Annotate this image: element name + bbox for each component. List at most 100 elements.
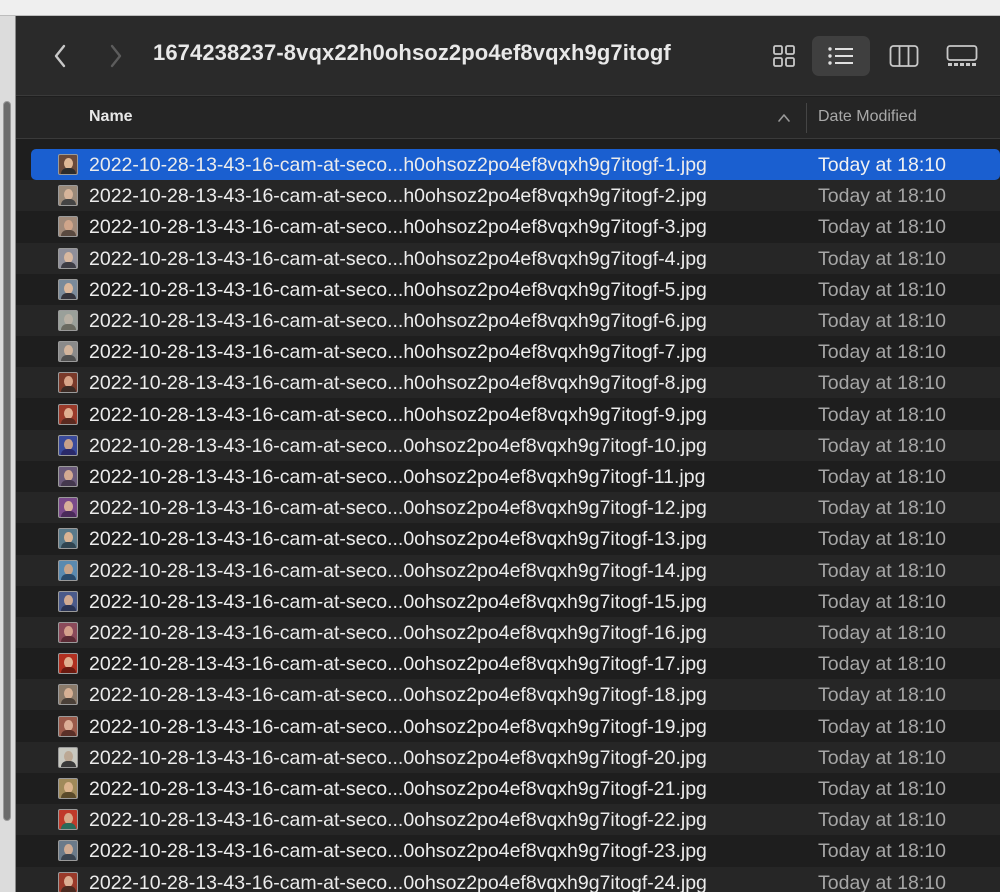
image-thumbnail-icon bbox=[58, 278, 78, 300]
file-date-modified: Today at 18:10 bbox=[818, 622, 946, 644]
file-row[interactable]: 2022-10-28-13-43-16-cam-at-seco...0ohsoz… bbox=[16, 492, 1000, 524]
file-row[interactable]: 2022-10-28-13-43-16-cam-at-seco...h0ohso… bbox=[16, 367, 1000, 399]
file-date-modified: Today at 18:10 bbox=[818, 871, 946, 892]
file-date-modified: Today at 18:10 bbox=[818, 278, 946, 301]
file-date-modified: Today at 18:10 bbox=[818, 809, 946, 832]
column-divider[interactable] bbox=[806, 103, 807, 133]
list-icon bbox=[828, 47, 853, 65]
file-name[interactable]: 2022-10-28-13-43-16-cam-at-seco...0ohsoz… bbox=[89, 872, 707, 892]
file-row[interactable]: 2022-10-28-13-43-16-cam-at-seco...h0ohso… bbox=[16, 211, 1000, 242]
file-row[interactable]: 2022-10-28-13-43-16-cam-at-seco...0ohsoz… bbox=[16, 866, 1000, 892]
image-thumbnail-icon bbox=[58, 372, 78, 394]
file-name[interactable]: 2022-10-28-13-43-16-cam-at-seco...0ohsoz… bbox=[89, 778, 707, 801]
thumbnail-body bbox=[61, 885, 76, 892]
file-row[interactable]: 2022-10-28-13-43-16-cam-at-seco...0ohsoz… bbox=[16, 773, 1000, 804]
image-thumbnail-icon bbox=[58, 466, 78, 487]
thumbnail-body bbox=[61, 511, 76, 518]
thumbnail-body bbox=[61, 355, 76, 362]
file-row[interactable]: 2022-10-28-13-43-16-cam-at-seco...0ohsoz… bbox=[16, 835, 1000, 866]
forward-button[interactable] bbox=[98, 38, 134, 74]
column-header-date-modified[interactable]: Date Modified bbox=[818, 108, 917, 126]
image-thumbnail-icon bbox=[58, 559, 78, 581]
file-date-modified: Today at 18:10 bbox=[818, 528, 946, 551]
gallery-view-button[interactable] bbox=[940, 36, 984, 76]
file-row[interactable]: 2022-10-28-13-43-16-cam-at-seco...0ohsoz… bbox=[16, 741, 1000, 773]
file-name[interactable]: 2022-10-28-13-43-16-cam-at-seco...0ohsoz… bbox=[89, 747, 707, 770]
file-name[interactable]: 2022-10-28-13-43-16-cam-at-seco...h0ohso… bbox=[89, 341, 707, 364]
toolbar: 1674238237-8vqx22h0ohsoz2po4ef8vqxh9g7it… bbox=[16, 16, 1000, 96]
scrollbar-thumb[interactable] bbox=[3, 101, 11, 821]
file-row[interactable]: 2022-10-28-13-43-16-cam-at-seco...0ohsoz… bbox=[16, 679, 1000, 711]
file-name[interactable]: 2022-10-28-13-43-16-cam-at-seco...0ohsoz… bbox=[89, 528, 707, 551]
thumbnail-face bbox=[64, 251, 73, 263]
background-window-scrollbar[interactable] bbox=[0, 16, 16, 892]
file-row[interactable]: 2022-10-28-13-43-16-cam-at-seco...0ohsoz… bbox=[16, 523, 1000, 554]
image-thumbnail-icon bbox=[58, 216, 78, 238]
list-view-button[interactable] bbox=[812, 36, 870, 76]
file-row[interactable]: 2022-10-28-13-43-16-cam-at-seco...h0ohso… bbox=[16, 180, 1000, 212]
thumbnail-body bbox=[61, 854, 76, 861]
file-date-modified: Today at 18:10 bbox=[818, 403, 946, 426]
file-name[interactable]: 2022-10-28-13-43-16-cam-at-seco...h0ohso… bbox=[89, 185, 707, 208]
file-name[interactable]: 2022-10-28-13-43-16-cam-at-seco...h0ohso… bbox=[89, 372, 707, 395]
file-name[interactable]: 2022-10-28-13-43-16-cam-at-seco...0ohsoz… bbox=[89, 622, 707, 645]
image-thumbnail-icon bbox=[58, 653, 78, 675]
thumbnail-body bbox=[61, 230, 76, 237]
list-header: Name Date Modified bbox=[16, 97, 1000, 139]
thumbnail-body bbox=[61, 792, 76, 798]
file-row[interactable]: 2022-10-28-13-43-16-cam-at-seco...0ohsoz… bbox=[16, 617, 1000, 648]
file-name[interactable]: 2022-10-28-13-43-16-cam-at-seco...h0ohso… bbox=[89, 310, 707, 333]
thumbnail-face bbox=[64, 563, 73, 575]
thumbnail-face bbox=[64, 875, 73, 887]
file-row[interactable]: 2022-10-28-13-43-16-cam-at-seco...h0ohso… bbox=[16, 305, 1000, 336]
file-date-modified: Today at 18:10 bbox=[818, 840, 946, 863]
file-row[interactable]: 2022-10-28-13-43-16-cam-at-seco...0ohsoz… bbox=[16, 461, 1000, 492]
column-header-name[interactable]: Name bbox=[89, 108, 133, 126]
desktop-top-edge bbox=[0, 0, 1000, 16]
file-row[interactable]: 2022-10-28-13-43-16-cam-at-seco...0ohsoz… bbox=[16, 586, 1000, 617]
back-button[interactable] bbox=[42, 38, 78, 74]
file-name[interactable]: 2022-10-28-13-43-16-cam-at-seco...0ohsoz… bbox=[89, 809, 707, 832]
file-row[interactable]: 2022-10-28-13-43-16-cam-at-seco...h0ohso… bbox=[16, 242, 1000, 274]
file-name[interactable]: 2022-10-28-13-43-16-cam-at-seco...h0ohso… bbox=[89, 154, 707, 177]
file-name[interactable]: 2022-10-28-13-43-16-cam-at-seco...h0ohso… bbox=[89, 216, 707, 239]
file-row[interactable]: 2022-10-28-13-43-16-cam-at-seco...0ohsoz… bbox=[16, 648, 1000, 679]
file-row[interactable]: 2022-10-28-13-43-16-cam-at-seco...0ohsoz… bbox=[16, 711, 1000, 742]
file-row[interactable]: 2022-10-28-13-43-16-cam-at-seco...h0ohso… bbox=[16, 399, 1000, 430]
file-row[interactable]: 2022-10-28-13-43-16-cam-at-seco...0ohsoz… bbox=[16, 554, 1000, 586]
file-date-modified: Today at 18:10 bbox=[818, 372, 946, 395]
file-name[interactable]: 2022-10-28-13-43-16-cam-at-seco...0ohsoz… bbox=[89, 466, 705, 489]
file-name[interactable]: 2022-10-28-13-43-16-cam-at-seco...0ohsoz… bbox=[89, 716, 707, 739]
file-list: 2022-10-28-13-43-16-cam-at-seco...h0ohso… bbox=[16, 146, 1000, 892]
file-name[interactable]: 2022-10-28-13-43-16-cam-at-seco...h0ohso… bbox=[89, 248, 707, 271]
file-row[interactable]: 2022-10-28-13-43-16-cam-at-seco...0ohsoz… bbox=[16, 804, 1000, 836]
file-name[interactable]: 2022-10-28-13-43-16-cam-at-seco...0ohsoz… bbox=[89, 435, 707, 458]
file-name[interactable]: 2022-10-28-13-43-16-cam-at-seco...h0ohso… bbox=[89, 404, 707, 427]
grid-icon bbox=[773, 45, 795, 67]
file-row[interactable]: 2022-10-28-13-43-16-cam-at-seco...h0ohso… bbox=[16, 274, 1000, 305]
file-row[interactable]: 2022-10-28-13-43-16-cam-at-seco...h0ohso… bbox=[16, 336, 1000, 367]
file-name[interactable]: 2022-10-28-13-43-16-cam-at-seco...h0ohso… bbox=[89, 279, 707, 302]
file-date-modified: Today at 18:10 bbox=[818, 653, 946, 676]
file-row[interactable]: 2022-10-28-13-43-16-cam-at-seco...0ohsoz… bbox=[16, 429, 1000, 461]
image-thumbnail-icon bbox=[58, 590, 78, 612]
file-name[interactable]: 2022-10-28-13-43-16-cam-at-seco...0ohsoz… bbox=[89, 560, 707, 583]
file-name[interactable]: 2022-10-28-13-43-16-cam-at-seco...0ohsoz… bbox=[89, 653, 707, 676]
thumbnail-body bbox=[61, 292, 76, 299]
sort-ascending-icon[interactable] bbox=[777, 111, 791, 125]
file-name[interactable]: 2022-10-28-13-43-16-cam-at-seco...0ohsoz… bbox=[89, 591, 707, 614]
file-name[interactable]: 2022-10-28-13-43-16-cam-at-seco...0ohsoz… bbox=[89, 497, 707, 520]
file-name[interactable]: 2022-10-28-13-43-16-cam-at-seco...0ohsoz… bbox=[89, 840, 707, 863]
file-date-modified: Today at 18:10 bbox=[818, 497, 946, 520]
image-thumbnail-icon bbox=[58, 403, 78, 425]
file-date-modified: Today at 18:10 bbox=[818, 590, 946, 613]
icon-view-button[interactable] bbox=[763, 36, 805, 76]
column-view-button[interactable] bbox=[882, 36, 926, 76]
file-name[interactable]: 2022-10-28-13-43-16-cam-at-seco...0ohsoz… bbox=[89, 684, 707, 707]
thumbnail-body bbox=[61, 448, 76, 455]
image-thumbnail-icon bbox=[58, 778, 78, 799]
file-date-modified: Today at 18:10 bbox=[818, 154, 946, 176]
file-row[interactable]: 2022-10-28-13-43-16-cam-at-seco...h0ohso… bbox=[31, 149, 1000, 180]
image-thumbnail-icon bbox=[58, 310, 78, 331]
thumbnail-face bbox=[64, 407, 73, 419]
